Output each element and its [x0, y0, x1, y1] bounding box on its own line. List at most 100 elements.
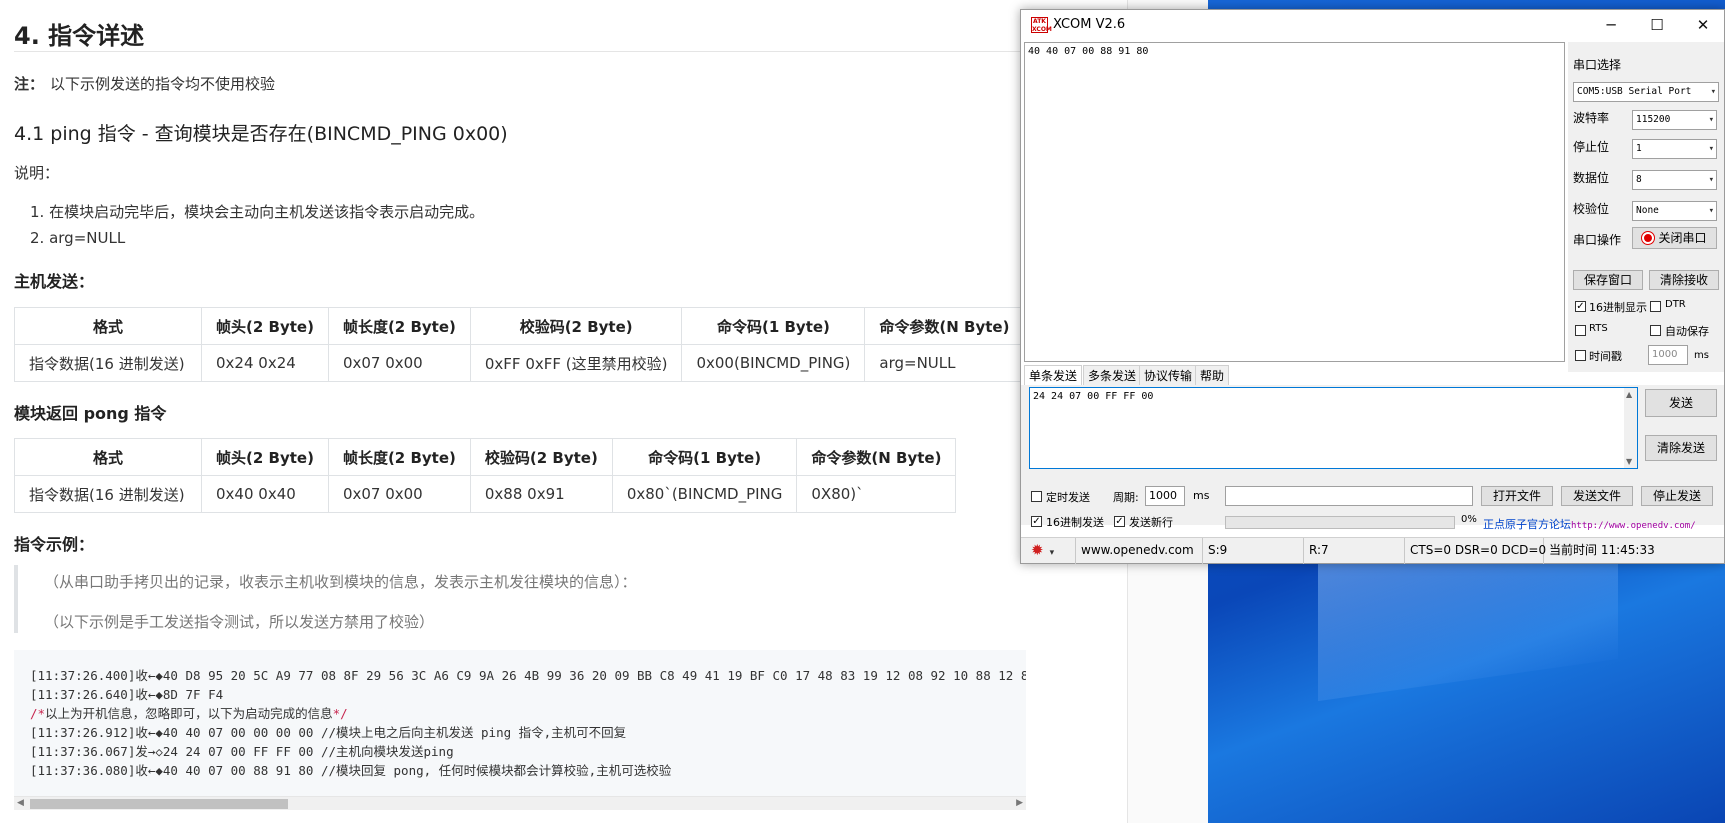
- note-text: 以下示例发送的指令均不使用校验: [50, 75, 276, 93]
- stop-bits-value: 1: [1636, 143, 1642, 154]
- documentation-page: 4. 指令详述 注： 以下示例发送的指令均不使用校验 4.1 ping 指令 - …: [0, 0, 1127, 823]
- period-unit: ms: [1193, 489, 1210, 502]
- quote-line-1: （从串口助手拷贝出的记录，收表示主机收到模块的信息，发表示主机发往模块的信息）：: [44, 573, 637, 591]
- send-progress-bar: [1225, 516, 1455, 529]
- chevron-down-icon: ▾: [1708, 206, 1714, 216]
- window-title: XCOM V2.6: [1053, 17, 1126, 32]
- code-block: [11:37:26.400]收←◆40 D8 95 20 5C A9 77 08…: [14, 650, 1026, 810]
- maximize-button[interactable]: ☐: [1634, 10, 1680, 40]
- table-cell: 指令数据(16 进制发送): [14, 344, 202, 382]
- send-newline-checkbox[interactable]: ✓: [1114, 516, 1125, 527]
- table-row: 指令数据(16 进制发送) 0x24 0x24 0x07 0x00 0xFF 0…: [14, 344, 1025, 382]
- list-item-2: 2. arg=NULL: [30, 229, 126, 247]
- host-send-table: 格式 帧头(2 Byte) 帧长度(2 Byte) 校验码(2 Byte) 命令…: [14, 307, 1025, 382]
- tab-single-send[interactable]: 单条发送: [1024, 365, 1083, 386]
- comment-open: /*: [30, 706, 46, 721]
- app-icon: ATK XCOM: [1031, 17, 1052, 33]
- period-input[interactable]: 1000: [1145, 486, 1185, 506]
- table-cell: 指令数据(16 进制发送): [14, 475, 202, 513]
- rts-checkbox[interactable]: [1575, 325, 1586, 336]
- status-sent-count: S:9: [1203, 538, 1304, 564]
- status-website[interactable]: www.openedv.com: [1076, 538, 1203, 564]
- hex-send-checkbox[interactable]: ✓: [1031, 516, 1042, 527]
- table-header: 校验码(2 Byte): [469, 438, 613, 476]
- scrollbar-thumb[interactable]: [30, 799, 288, 809]
- dtr-checkbox[interactable]: [1650, 301, 1661, 312]
- send-file-button[interactable]: 发送文件: [1561, 486, 1633, 506]
- close-button[interactable]: ✕: [1680, 10, 1725, 40]
- explain-label: 说明：: [14, 164, 60, 182]
- port-status-icon: [1642, 232, 1655, 244]
- table-header: 格式: [14, 438, 202, 476]
- code-line: [11:37:26.912]收←◆40 40 07 00 00 00 00 //…: [30, 725, 627, 740]
- stop-send-button[interactable]: 停止发送: [1641, 486, 1713, 506]
- tab-multi-send[interactable]: 多条发送: [1083, 365, 1142, 385]
- dtr-label: DTR: [1665, 299, 1686, 310]
- stop-bits-select[interactable]: 1 ▾: [1632, 139, 1717, 159]
- timestamp-checkbox[interactable]: [1575, 350, 1586, 361]
- port-select[interactable]: COM5:USB Serial Port ▾: [1573, 82, 1719, 102]
- parity-value: None: [1636, 205, 1659, 216]
- receive-area[interactable]: 40 40 07 00 88 91 80: [1024, 42, 1565, 362]
- hex-display-checkbox[interactable]: ✓: [1575, 301, 1586, 312]
- table-cell: 0x80`(BINCMD_PING: [611, 475, 798, 513]
- status-bar: ✹ ▾ www.openedv.com S:9 R:7 CTS=0 DSR=0 D…: [1021, 537, 1724, 564]
- table-row: 指令数据(16 进制发送) 0x40 0x40 0x07 0x00 0x88 0…: [14, 475, 957, 513]
- forum-link[interactable]: 正点原子官方论坛http://www.openedv.com/: [1483, 516, 1696, 532]
- table-header: 帧长度(2 Byte): [327, 307, 471, 345]
- close-port-button[interactable]: 关闭串口: [1632, 227, 1717, 249]
- settings-gear-icon[interactable]: ✹ ▾: [1021, 538, 1076, 564]
- send-text: 24 24 07 00 FF FF 00: [1033, 391, 1154, 402]
- code-line: [11:37:36.067]发→◇24 24 07 00 FF FF 00 //…: [30, 744, 454, 759]
- baud-select[interactable]: 115200 ▾: [1632, 110, 1717, 130]
- data-bits-select[interactable]: 8 ▾: [1632, 170, 1717, 190]
- tab-help[interactable]: 帮助: [1195, 365, 1230, 385]
- receive-text: 40 40 07 00 88 91 80: [1028, 46, 1149, 57]
- code-horizontal-scrollbar[interactable]: ◀ ▶: [14, 796, 1026, 810]
- table-header: 帧头(2 Byte): [201, 307, 329, 345]
- file-path-input[interactable]: [1225, 486, 1473, 506]
- save-window-button[interactable]: 保存窗口: [1573, 270, 1643, 290]
- timestamp-ms-input[interactable]: 1000: [1648, 345, 1688, 365]
- port-select-label: 串口选择: [1573, 58, 1622, 72]
- tab-protocol[interactable]: 协议传输: [1139, 365, 1198, 385]
- list-item-1: 1. 在模块启动完毕后，模块会主动向主机发送该指令表示启动完成。: [30, 203, 485, 221]
- quote-line-2: （以下示例是手工发送指令测试，所以发送方禁用了校验）: [44, 613, 435, 631]
- send-button[interactable]: 发送: [1645, 389, 1717, 417]
- chevron-down-icon: ▾: [1708, 115, 1714, 125]
- table-header: 格式: [14, 307, 202, 345]
- send-input[interactable]: 24 24 07 00 FF FF 00 ▲ ▼: [1029, 387, 1638, 469]
- example-title: 指令示例：: [14, 535, 95, 554]
- scroll-up-icon[interactable]: ▲: [1626, 390, 1632, 399]
- blockquote: （从串口助手拷贝出的记录，收表示主机收到模块的信息，发表示主机发往模块的信息）：…: [14, 565, 1024, 633]
- timed-send-checkbox[interactable]: [1031, 491, 1042, 502]
- parity-label: 校验位: [1573, 202, 1610, 216]
- title-bar[interactable]: ATK XCOM XCOM V2.6 ─ ☐ ✕: [1021, 10, 1724, 40]
- table-header: 校验码(2 Byte): [469, 307, 683, 345]
- table-cell: 0x88 0x91: [469, 475, 613, 513]
- auto-save-checkbox[interactable]: [1650, 325, 1661, 336]
- send-scrollbar[interactable]: ▲ ▼: [1624, 388, 1637, 468]
- clear-send-button[interactable]: 清除发送: [1645, 435, 1717, 461]
- parity-select[interactable]: None ▾: [1632, 201, 1717, 221]
- code-line: [11:37:26.400]收←◆40 D8 95 20 5C A9 77 08…: [30, 668, 1026, 683]
- send-panel: 24 24 07 00 FF FF 00 ▲ ▼ 发送 清除发送 定时发送 周期…: [1021, 385, 1724, 531]
- chevron-down-icon: ▾: [1710, 87, 1716, 97]
- table-header: 命令参数(N Byte): [796, 438, 957, 476]
- table-cell: arg=NULL: [864, 344, 1025, 382]
- scroll-down-icon[interactable]: ▼: [1626, 457, 1632, 466]
- timestamp-label: 时间戳: [1589, 350, 1622, 363]
- xcom-window: ATK XCOM XCOM V2.6 ─ ☐ ✕ 40 40 07 00 88 …: [1020, 9, 1725, 564]
- open-file-button[interactable]: 打开文件: [1481, 486, 1553, 506]
- clear-receive-button[interactable]: 清除接收: [1649, 270, 1719, 290]
- port-operation-label: 串口操作: [1573, 233, 1622, 247]
- status-line-signals: CTS=0 DSR=0 DCD=0: [1405, 538, 1546, 564]
- code-line: [11:37:26.640]收←◆8D 7F F4: [30, 687, 224, 702]
- data-bits-label: 数据位: [1573, 171, 1610, 185]
- minimize-button[interactable]: ─: [1588, 10, 1634, 40]
- scroll-left-icon[interactable]: ◀: [17, 798, 24, 808]
- config-panel: 串口选择 COM5:USB Serial Port ▾ 波特率 115200 ▾ 停…: [1568, 42, 1724, 372]
- host-send-title: 主机发送：: [14, 272, 95, 291]
- scroll-right-icon[interactable]: ▶: [1016, 798, 1023, 808]
- table-header: 命令码(1 Byte): [611, 438, 798, 476]
